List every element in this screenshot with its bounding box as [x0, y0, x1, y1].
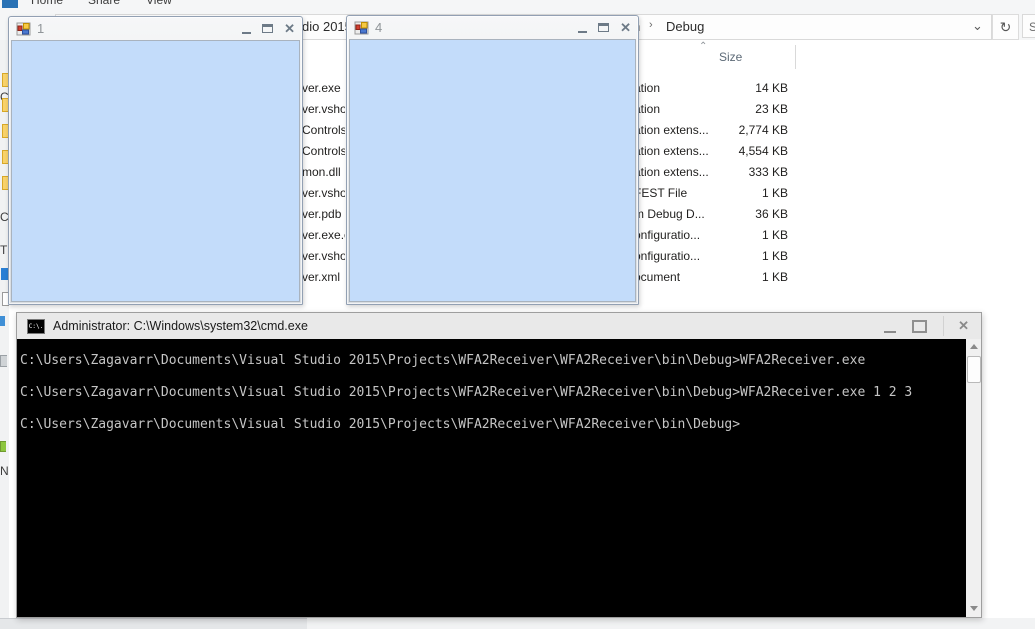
minimize-icon[interactable] — [884, 331, 897, 333]
close-icon[interactable]: ✕ — [958, 318, 969, 334]
device-icon[interactable] — [0, 355, 7, 367]
cmd-icon-label: C:\. — [28, 322, 44, 330]
form-window-4[interactable]: 4 ✕ — [346, 15, 639, 305]
titlebar-separator — [943, 316, 945, 336]
search-text-fragment: S — [1029, 20, 1035, 34]
file-size: 23 KB — [755, 102, 788, 116]
sort-chevron-icon: ⌃ — [699, 41, 708, 52]
form4-title: 4 — [375, 20, 383, 35]
form-window-1[interactable]: 1 ✕ — [8, 16, 303, 305]
file-name-fragment: ver.pdb — [302, 207, 342, 221]
file-name-fragment: Controls — [302, 144, 345, 158]
breadcrumb-debug[interactable]: Debug — [666, 19, 704, 34]
scroll-down-icon[interactable] — [966, 601, 981, 616]
file-size: 4,554 KB — [738, 144, 788, 158]
maximize-icon[interactable] — [262, 24, 274, 33]
cmd-console[interactable]: C:\Users\Zagavarr\Documents\Visual Studi… — [17, 339, 981, 617]
form1-title: 1 — [37, 21, 45, 36]
file-size: 2,774 KB — [738, 123, 788, 137]
nav-item-fragment[interactable]: T — [0, 243, 7, 257]
refresh-button[interactable]: ↻ — [992, 14, 1019, 40]
status-bar — [0, 618, 1035, 629]
cmd-output: C:\Users\Zagavarr\Documents\Visual Studi… — [20, 353, 913, 432]
file-name-fragment: ver.vshos — [302, 249, 345, 263]
tab-share[interactable]: Share — [88, 0, 120, 8]
cmd-scrollbar[interactable] — [966, 339, 981, 617]
search-input[interactable]: S — [1022, 14, 1035, 38]
status-bar-segment — [0, 618, 307, 629]
file-size: 1 KB — [761, 270, 788, 284]
scroll-up-icon[interactable] — [966, 339, 981, 354]
file-size: 36 KB — [755, 207, 788, 221]
tab-file[interactable] — [2, 0, 18, 8]
file-name-fragment: Controls — [302, 123, 345, 137]
file-size: 333 KB — [748, 165, 788, 179]
drive-icon[interactable] — [0, 316, 5, 326]
cmd-window[interactable]: C:\. Administrator: C:\Windows\system32\… — [16, 312, 982, 618]
this-pc-icon[interactable] — [1, 268, 8, 280]
minimize-icon[interactable] — [578, 31, 588, 33]
tab-view[interactable]: View — [146, 0, 172, 8]
scrollbar-thumb[interactable] — [967, 356, 981, 383]
network-device-icon[interactable] — [0, 441, 6, 452]
column-divider[interactable] — [795, 45, 796, 69]
file-name-fragment: ver.exe.c — [302, 228, 345, 242]
form1-client-area[interactable] — [11, 40, 300, 302]
column-header-size[interactable]: Size — [719, 50, 742, 64]
winforms-app-icon — [16, 22, 31, 36]
file-name-fragment: ver.exe — [302, 81, 341, 95]
ribbon-tab-strip: Home Share View — [0, 0, 1035, 8]
desktop: dio 2015 n › Debug ⌄ ↻ S Home Share View… — [0, 0, 1035, 629]
cmd-titlebar[interactable]: C:\. Administrator: C:\Windows\system32\… — [17, 313, 981, 339]
winforms-app-icon — [354, 21, 369, 35]
minimize-icon[interactable] — [242, 32, 252, 34]
close-icon[interactable]: ✕ — [620, 21, 631, 34]
chevron-down-icon[interactable]: ⌄ — [972, 18, 983, 34]
form1-titlebar[interactable]: 1 ✕ — [9, 17, 302, 40]
breadcrumb-separator-icon: › — [649, 19, 653, 31]
file-size: 1 KB — [761, 228, 788, 242]
close-icon[interactable]: ✕ — [284, 22, 295, 35]
form4-titlebar[interactable]: 4 ✕ — [347, 16, 638, 39]
file-size: 14 KB — [755, 81, 788, 95]
cmd-title: Administrator: C:\Windows\system32\cmd.e… — [53, 319, 308, 333]
file-name-fragment: ver.vshos — [302, 186, 345, 200]
nav-item-fragment[interactable]: N — [0, 464, 9, 478]
breadcrumb-fragment[interactable]: dio 2015 — [302, 19, 352, 34]
file-size: 1 KB — [761, 249, 788, 263]
maximize-icon[interactable] — [598, 23, 610, 32]
file-name-fragment: mon.dll — [302, 165, 341, 179]
file-name-fragment: ver.vshos — [302, 102, 345, 116]
tab-home[interactable]: Home — [31, 0, 63, 8]
cmd-icon: C:\. — [27, 318, 45, 334]
maximize-icon[interactable] — [912, 319, 928, 333]
file-size: 1 KB — [761, 186, 788, 200]
file-name-fragment: ver.xml — [302, 270, 341, 284]
form4-client-area[interactable] — [349, 39, 636, 302]
refresh-icon: ↻ — [999, 18, 1012, 35]
